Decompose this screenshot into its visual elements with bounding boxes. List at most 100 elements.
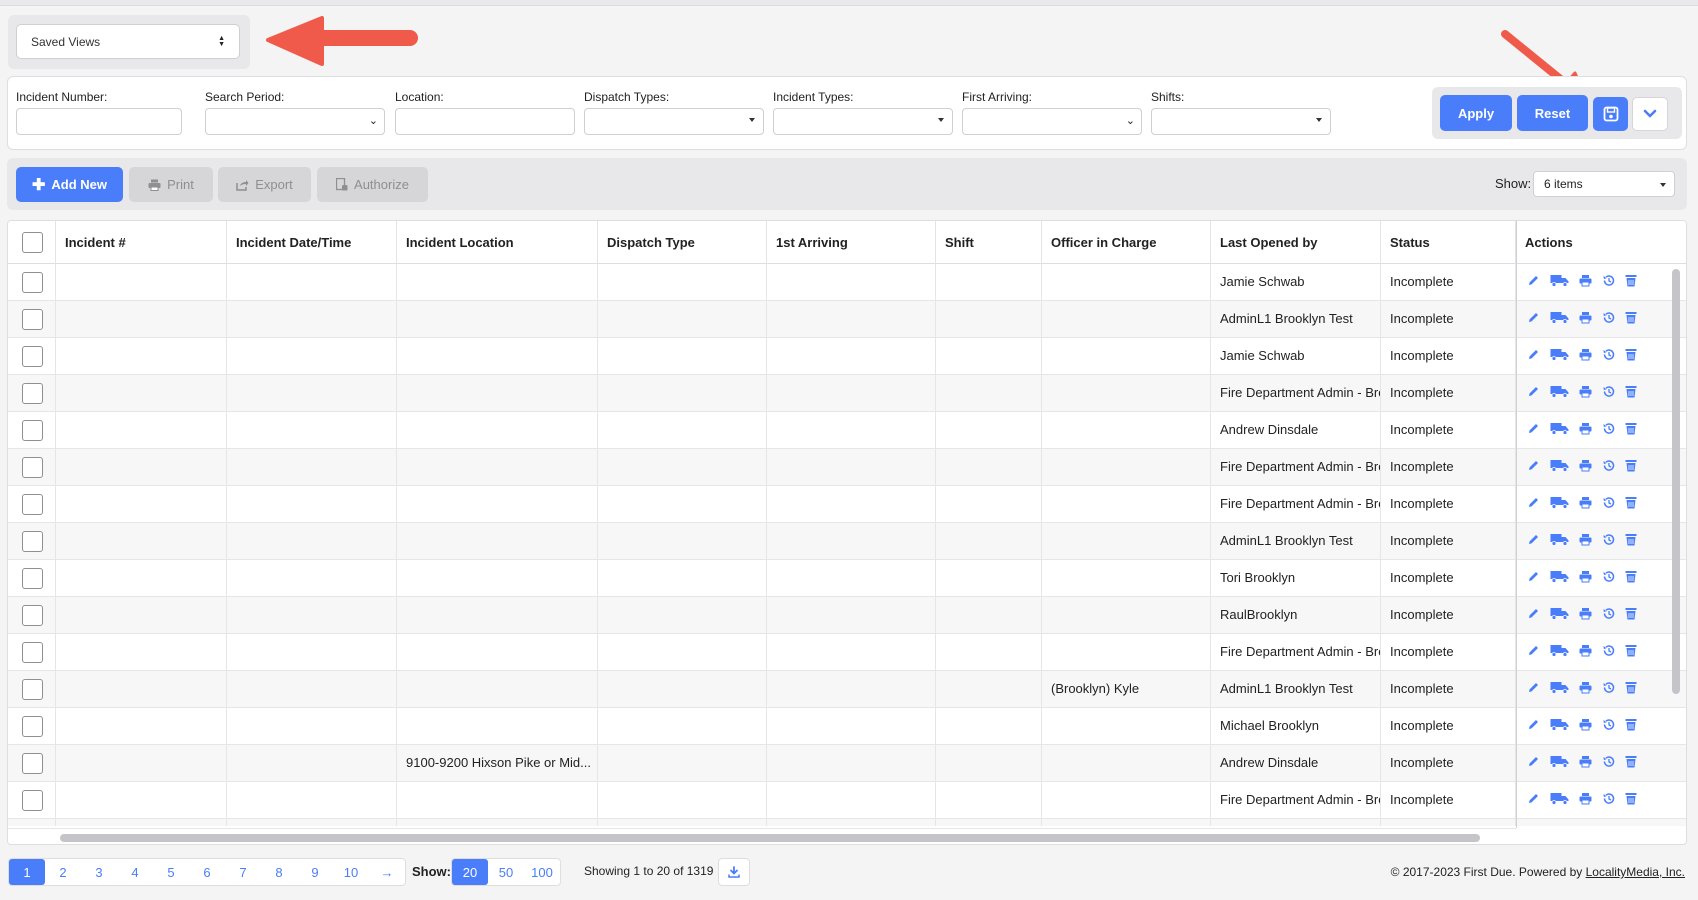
table-row[interactable]: Fire Department Admin - Bro Incomplete: [8, 486, 1686, 523]
column-header-dispatch-type[interactable]: Dispatch Type: [598, 221, 767, 264]
print-icon[interactable]: [1579, 718, 1592, 731]
truck-icon[interactable]: [1550, 607, 1569, 620]
print-button[interactable]: Print: [129, 167, 213, 202]
truck-icon[interactable]: [1550, 348, 1569, 361]
edit-icon[interactable]: [1527, 607, 1540, 620]
edit-icon[interactable]: [1527, 459, 1540, 472]
print-icon[interactable]: [1579, 422, 1592, 435]
page-9-button[interactable]: 9: [297, 859, 333, 885]
truck-icon[interactable]: [1550, 496, 1569, 509]
edit-icon[interactable]: [1527, 644, 1540, 657]
truck-icon[interactable]: [1550, 422, 1569, 435]
row-checkbox[interactable]: [22, 346, 43, 367]
history-icon[interactable]: [1602, 755, 1615, 768]
page-7-button[interactable]: 7: [225, 859, 261, 885]
truck-icon[interactable]: [1550, 681, 1569, 694]
row-checkbox[interactable]: [22, 679, 43, 700]
apply-button[interactable]: Apply: [1440, 95, 1512, 131]
page-size-20-button[interactable]: 20: [452, 859, 488, 885]
delete-icon[interactable]: [1625, 644, 1637, 657]
download-button[interactable]: [718, 858, 750, 886]
table-row[interactable]: RaulBrooklyn Incomplete: [8, 597, 1686, 634]
page-3-button[interactable]: 3: [81, 859, 117, 885]
vertical-scrollbar[interactable]: [1672, 269, 1680, 694]
delete-icon[interactable]: [1625, 274, 1637, 287]
export-button[interactable]: Export: [218, 167, 311, 202]
saved-views-select[interactable]: Saved Views ▲ ▼: [16, 24, 240, 59]
history-icon[interactable]: [1602, 385, 1615, 398]
edit-icon[interactable]: [1527, 755, 1540, 768]
delete-icon[interactable]: [1625, 533, 1637, 546]
save-view-button[interactable]: [1593, 97, 1628, 131]
delete-icon[interactable]: [1625, 718, 1637, 731]
print-icon[interactable]: [1579, 459, 1592, 472]
truck-icon[interactable]: [1550, 792, 1569, 805]
table-row[interactable]: Andrew Dinsdale Incomplete: [8, 412, 1686, 449]
incident-number-input[interactable]: [16, 108, 182, 135]
row-checkbox[interactable]: [22, 716, 43, 737]
next-page-button[interactable]: →: [369, 859, 405, 885]
add-new-button[interactable]: ✚ Add New: [16, 167, 123, 202]
column-header-status[interactable]: Status: [1381, 221, 1516, 264]
localitymedia-link[interactable]: LocalityMedia, Inc.: [1586, 865, 1685, 879]
table-row[interactable]: Michael Brooklyn Incomplete: [8, 708, 1686, 745]
truck-icon[interactable]: [1550, 533, 1569, 546]
table-row[interactable]: Jamie Schwab Incomplete: [8, 338, 1686, 375]
truck-icon[interactable]: [1550, 459, 1569, 472]
table-row[interactable]: Tori Brooklyn Incomplete: [8, 560, 1686, 597]
print-icon[interactable]: [1579, 385, 1592, 398]
truck-icon[interactable]: [1550, 274, 1569, 287]
delete-icon[interactable]: [1625, 422, 1637, 435]
expand-filters-button[interactable]: [1632, 97, 1668, 131]
history-icon[interactable]: [1602, 792, 1615, 805]
page-size-100-button[interactable]: 100: [524, 859, 560, 885]
select-all-checkbox[interactable]: [22, 232, 43, 253]
delete-icon[interactable]: [1625, 348, 1637, 361]
page-2-button[interactable]: 2: [45, 859, 81, 885]
delete-icon[interactable]: [1625, 496, 1637, 509]
truck-icon[interactable]: [1550, 718, 1569, 731]
column-header-first-arriving[interactable]: 1st Arriving: [767, 221, 936, 264]
page-6-button[interactable]: 6: [189, 859, 225, 885]
row-checkbox[interactable]: [22, 605, 43, 626]
location-input[interactable]: [395, 108, 575, 135]
truck-icon[interactable]: [1550, 570, 1569, 583]
history-icon[interactable]: [1602, 533, 1615, 546]
table-row[interactable]: 9100-9200 Hixson Pike or Mid... Andrew Di…: [8, 745, 1686, 782]
row-checkbox[interactable]: [22, 309, 43, 330]
row-checkbox[interactable]: [22, 753, 43, 774]
edit-icon[interactable]: [1527, 496, 1540, 509]
column-header-incident-location[interactable]: Incident Location: [397, 221, 598, 264]
items-count-select[interactable]: 6 items: [1533, 171, 1675, 197]
delete-icon[interactable]: [1625, 607, 1637, 620]
column-header-last-opened-by[interactable]: Last Opened by: [1211, 221, 1381, 264]
column-header-incident-datetime[interactable]: Incident Date/Time: [227, 221, 397, 264]
truck-icon[interactable]: [1550, 385, 1569, 398]
truck-icon[interactable]: [1550, 644, 1569, 657]
table-row[interactable]: AdminL1 Brooklyn Test Incomplete: [8, 523, 1686, 560]
print-icon[interactable]: [1579, 533, 1592, 546]
print-icon[interactable]: [1579, 496, 1592, 509]
search-period-select[interactable]: ⌄: [205, 108, 385, 135]
edit-icon[interactable]: [1527, 348, 1540, 361]
reset-button[interactable]: Reset: [1517, 95, 1588, 131]
history-icon[interactable]: [1602, 718, 1615, 731]
delete-icon[interactable]: [1625, 681, 1637, 694]
row-checkbox[interactable]: [22, 642, 43, 663]
column-header-officer-in-charge[interactable]: Officer in Charge: [1042, 221, 1211, 264]
delete-icon[interactable]: [1625, 570, 1637, 583]
column-header-shift[interactable]: Shift: [936, 221, 1042, 264]
row-checkbox[interactable]: [22, 457, 43, 478]
table-row[interactable]: AdminL1 Brooklyn Test Incomplete: [8, 301, 1686, 338]
truck-icon[interactable]: [1550, 755, 1569, 768]
history-icon[interactable]: [1602, 570, 1615, 583]
delete-icon[interactable]: [1625, 311, 1637, 324]
row-checkbox[interactable]: [22, 790, 43, 811]
history-icon[interactable]: [1602, 422, 1615, 435]
shifts-select[interactable]: [1151, 108, 1331, 135]
edit-icon[interactable]: [1527, 792, 1540, 805]
table-row[interactable]: (Brooklyn) Kyle AdminL1 Brooklyn Test Inco…: [8, 671, 1686, 708]
history-icon[interactable]: [1602, 681, 1615, 694]
row-checkbox[interactable]: [22, 420, 43, 441]
history-icon[interactable]: [1602, 459, 1615, 472]
